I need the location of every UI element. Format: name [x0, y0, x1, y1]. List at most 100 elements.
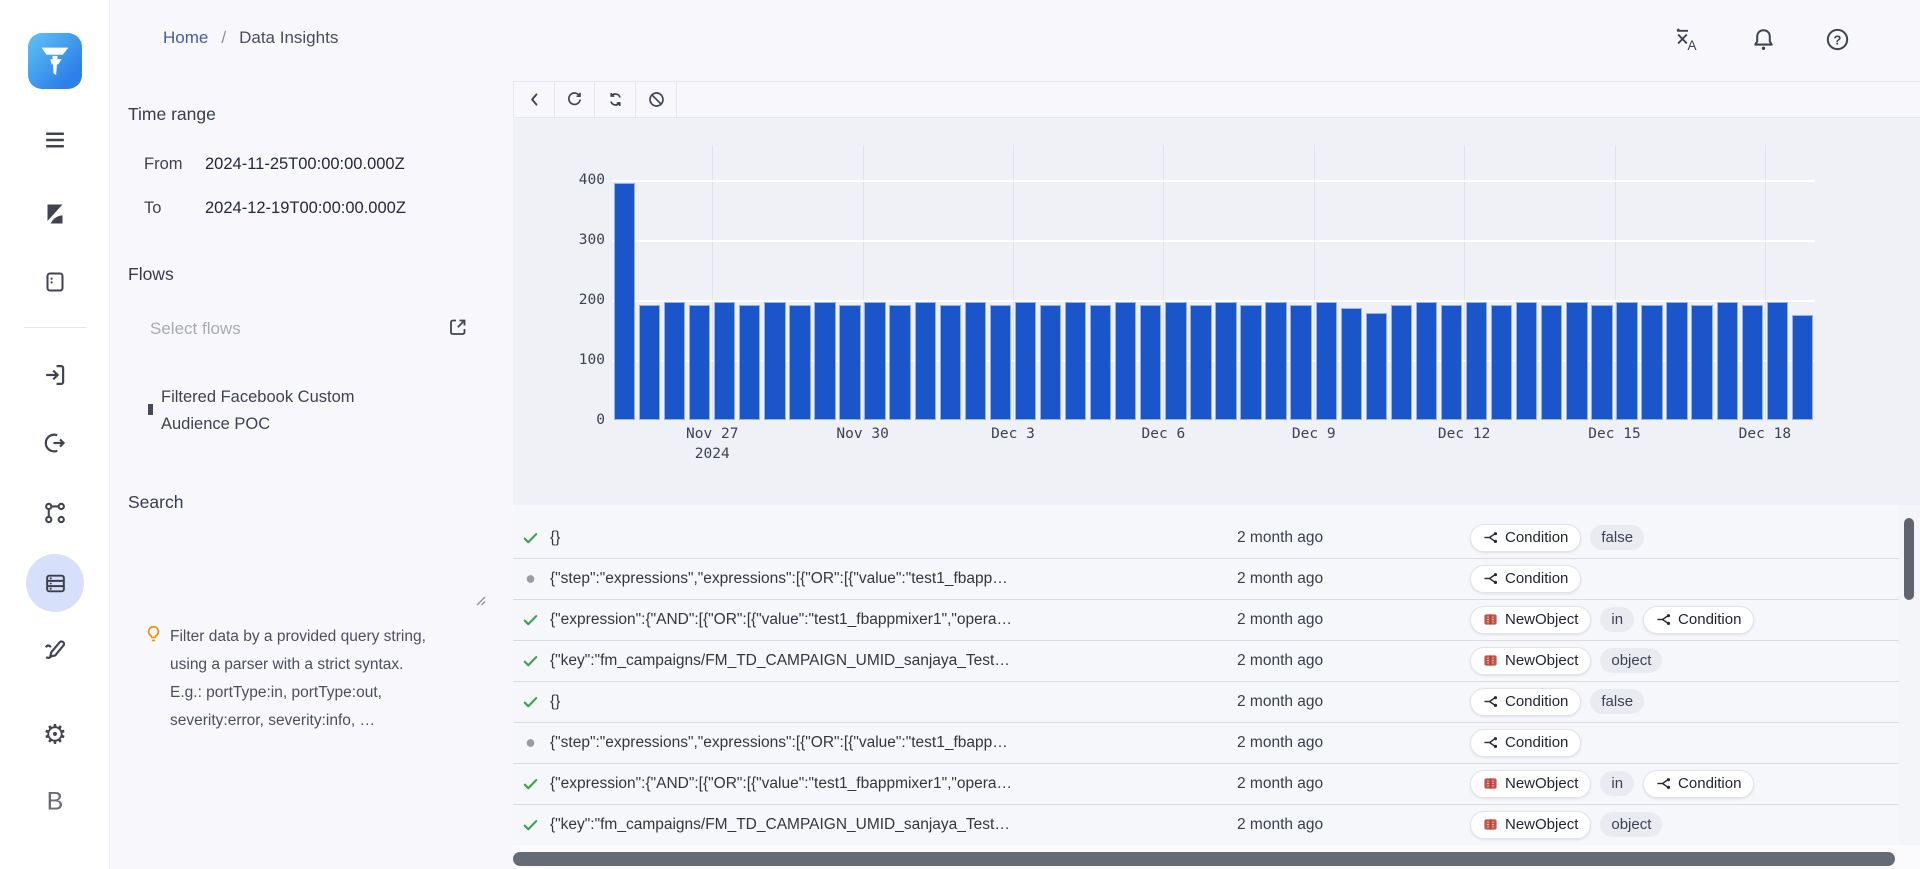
badge-condition[interactable]: Condition — [1470, 524, 1581, 552]
histogram-bar[interactable] — [1290, 305, 1311, 420]
badge-condition[interactable]: Condition — [1470, 565, 1581, 593]
table-row[interactable]: {"step":"expressions","expressions":[{"O… — [513, 558, 1899, 600]
select-flows-input[interactable]: Select flows — [150, 319, 241, 339]
badge-plain[interactable]: object — [1600, 648, 1662, 673]
sidebar-item-data-insights[interactable] — [26, 554, 84, 612]
histogram-bar[interactable] — [1366, 313, 1387, 420]
histogram-bar[interactable] — [839, 305, 860, 420]
histogram-bar[interactable] — [714, 302, 735, 420]
histogram-bar[interactable] — [1040, 305, 1061, 420]
events-histogram[interactable]: Nov 272024Nov 30Dec 3Dec 6Dec 9Dec 12Dec… — [513, 118, 1920, 505]
badge-newobject[interactable]: NewObject — [1470, 606, 1591, 634]
workspace-initial[interactable]: B — [47, 788, 64, 817]
table-row[interactable]: {"expression":{"AND":[{"OR":[{"value":"t… — [513, 763, 1899, 805]
sign-out-icon[interactable] — [43, 431, 68, 456]
badge-newobject[interactable]: NewObject — [1470, 811, 1591, 839]
sign-in-icon[interactable] — [43, 363, 68, 388]
resize-handle-icon[interactable] — [475, 594, 487, 606]
histogram-bar[interactable] — [1541, 305, 1562, 420]
settings-icon[interactable]: ⚙ — [43, 722, 67, 749]
histogram-bar[interactable] — [864, 302, 885, 420]
back-icon-button[interactable] — [513, 82, 554, 117]
external-link-icon[interactable] — [447, 316, 469, 338]
histogram-bar[interactable] — [614, 183, 635, 420]
histogram-bar[interactable] — [1215, 302, 1236, 420]
histogram-bar[interactable] — [639, 305, 660, 420]
badge-newobject[interactable]: NewObject — [1470, 647, 1591, 675]
histogram-bar[interactable] — [1391, 305, 1412, 420]
table-row[interactable]: {"key":"fm_campaigns/FM_TD_CAMPAIGN_UMID… — [513, 804, 1899, 846]
flow-graph-icon[interactable] — [43, 501, 68, 526]
badge-condition[interactable]: Condition — [1643, 770, 1754, 798]
histogram-bar[interactable] — [689, 305, 710, 420]
search-input[interactable] — [139, 520, 489, 612]
table-row[interactable]: {}2 month agoConditionfalse — [513, 681, 1899, 723]
histogram-bar[interactable] — [965, 302, 986, 420]
badge-plain[interactable]: false — [1590, 525, 1644, 550]
histogram-bar[interactable] — [1491, 305, 1512, 420]
histogram-bar[interactable] — [1742, 305, 1763, 420]
document-icon[interactable] — [43, 270, 67, 295]
histogram-bar[interactable] — [1265, 302, 1286, 420]
table-row[interactable]: {"expression":{"AND":[{"OR":[{"value":"t… — [513, 599, 1899, 641]
histogram-bar[interactable] — [1015, 302, 1036, 420]
histogram-bar[interactable] — [1316, 302, 1337, 420]
badge-plain[interactable]: false — [1590, 689, 1644, 714]
horizontal-scrollbar[interactable] — [513, 845, 1920, 869]
histogram-bar[interactable] — [1591, 305, 1612, 420]
histogram-bar[interactable] — [789, 305, 810, 420]
histogram-bar[interactable] — [1717, 302, 1738, 420]
histogram-bar[interactable] — [1466, 302, 1487, 420]
histogram-bar[interactable] — [889, 305, 910, 420]
horizontal-scrollbar-thumb[interactable] — [513, 852, 1895, 866]
signature-edit-icon[interactable] — [42, 637, 68, 663]
refresh-icon-button[interactable] — [554, 82, 595, 117]
row-timestamp: 2 month ago — [1237, 734, 1323, 752]
table-row[interactable]: {}2 month agoConditionfalse — [513, 517, 1899, 559]
histogram-bar[interactable] — [1190, 305, 1211, 420]
histogram-bar[interactable] — [664, 302, 685, 420]
badge-condition[interactable]: Condition — [1470, 688, 1581, 716]
histogram-bar[interactable] — [990, 305, 1011, 420]
histogram-bar[interactable] — [1065, 302, 1086, 420]
histogram-bar[interactable] — [1566, 302, 1587, 420]
badge-plain[interactable]: in — [1600, 771, 1634, 796]
badge-newobject[interactable]: NewObject — [1470, 770, 1591, 798]
badge-condition[interactable]: Condition — [1643, 606, 1754, 634]
histogram-bar[interactable] — [1691, 305, 1712, 420]
block-icon-button[interactable] — [635, 82, 676, 117]
histogram-bar[interactable] — [1666, 302, 1687, 420]
from-value[interactable]: 2024-11-25T00:00:00.000Z — [205, 155, 405, 174]
histogram-bar[interactable] — [1616, 302, 1637, 420]
badge-plain[interactable]: object — [1600, 812, 1662, 837]
histogram-bar[interactable] — [1341, 308, 1362, 420]
histogram-bar[interactable] — [1641, 305, 1662, 420]
badge-condition[interactable]: Condition — [1470, 729, 1581, 757]
histogram-bar[interactable] — [814, 302, 835, 420]
app-logo[interactable] — [28, 33, 82, 89]
sync-icon-button[interactable] — [594, 82, 635, 117]
histogram-bar[interactable] — [1140, 305, 1161, 420]
to-value[interactable]: 2024-12-19T00:00:00.000Z — [205, 199, 406, 218]
histogram-bar[interactable] — [764, 302, 785, 420]
histogram-bar[interactable] — [1090, 305, 1111, 420]
kibana-icon[interactable] — [43, 202, 67, 227]
histogram-bar[interactable] — [1416, 302, 1437, 420]
table-row[interactable]: {"key":"fm_campaigns/FM_TD_CAMPAIGN_UMID… — [513, 640, 1899, 682]
vertical-scrollbar[interactable] — [1899, 505, 1920, 845]
histogram-bar[interactable] — [1792, 315, 1813, 420]
histogram-bar[interactable] — [940, 305, 961, 420]
histogram-bar[interactable] — [1441, 305, 1462, 420]
badge-plain[interactable]: in — [1600, 607, 1634, 632]
selected-flow-item[interactable]: Filtered Facebook Custom Audience POC — [161, 384, 391, 438]
histogram-bar[interactable] — [1115, 302, 1136, 420]
histogram-bar[interactable] — [1516, 302, 1537, 420]
menu-icon[interactable] — [43, 128, 68, 153]
histogram-bar[interactable] — [1165, 302, 1186, 420]
histogram-bar[interactable] — [1767, 302, 1788, 420]
vertical-scrollbar-thumb[interactable] — [1904, 518, 1914, 600]
histogram-bar[interactable] — [739, 305, 760, 420]
histogram-bar[interactable] — [915, 302, 936, 420]
histogram-bar[interactable] — [1240, 305, 1261, 420]
table-row[interactable]: {"step":"expressions","expressions":[{"O… — [513, 722, 1899, 764]
